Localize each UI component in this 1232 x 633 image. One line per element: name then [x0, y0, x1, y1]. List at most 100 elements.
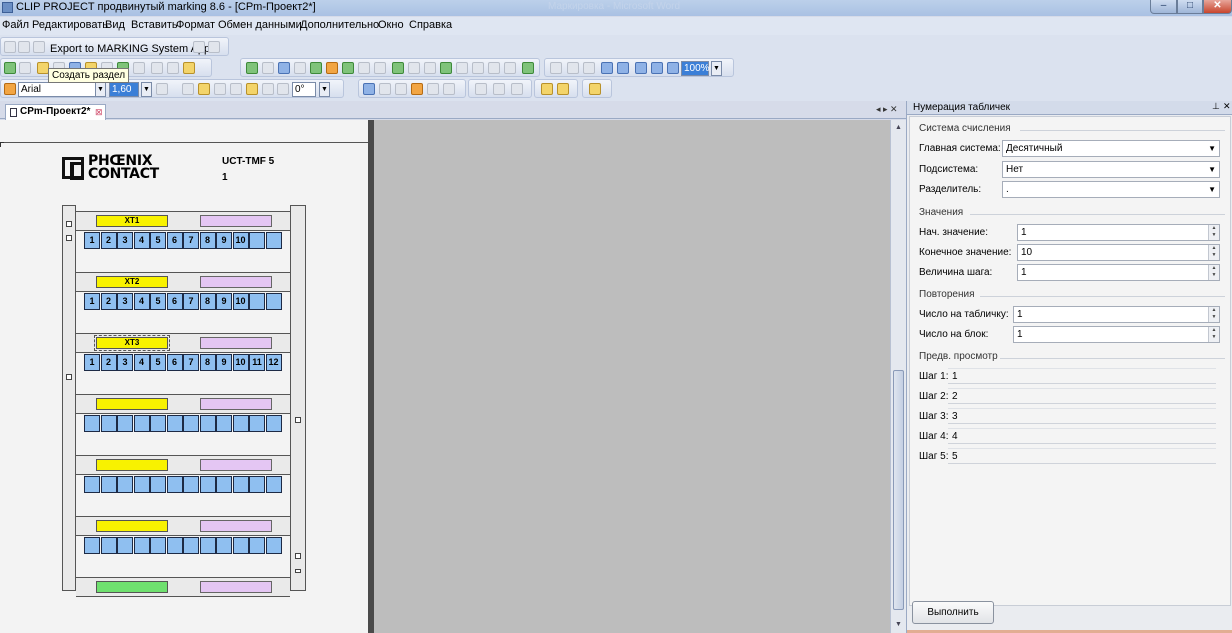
group-label[interactable]: XT2	[96, 276, 168, 288]
menu-format[interactable]: Формат	[176, 19, 215, 31]
group-secondary-label[interactable]	[200, 459, 272, 471]
zoom-combo[interactable]: 100%	[681, 61, 710, 76]
align-center-icon[interactable]	[198, 83, 210, 95]
marker-cell[interactable]: 2	[100, 293, 117, 310]
end-value-spinner[interactable]: 10 ▲ ▼	[1017, 244, 1220, 261]
marker-cell[interactable]	[133, 537, 150, 554]
zoom-out-icon[interactable]	[651, 62, 663, 74]
hash-icon[interactable]	[567, 62, 579, 74]
marker-cell[interactable]: 4	[133, 293, 150, 310]
marker-cell[interactable]: 6	[166, 354, 183, 371]
tb-icon-13[interactable]	[440, 62, 452, 74]
font-name-combo[interactable]: Arial	[18, 82, 96, 97]
tb-icon-4[interactable]	[294, 62, 306, 74]
marker-cell[interactable]: 6	[166, 232, 183, 249]
group-secondary-label[interactable]	[200, 520, 272, 532]
menu-window[interactable]: Окно	[378, 19, 404, 31]
marker-cell[interactable]	[100, 415, 117, 432]
tb-icon-16[interactable]	[488, 62, 500, 74]
marker-cell[interactable]	[166, 476, 183, 493]
start-value-spinner[interactable]: 1 ▲ ▼	[1017, 224, 1220, 241]
symbol-icon[interactable]	[395, 83, 407, 95]
menu-data-exchange[interactable]: Обмен данными	[218, 19, 302, 31]
group-label[interactable]	[96, 459, 168, 471]
marker-cell[interactable]: 5	[150, 232, 166, 249]
maximize-button[interactable]: □	[1177, 0, 1203, 14]
align-grid-icon[interactable]	[583, 62, 595, 74]
zoom-dropdown-arrow[interactable]: ▼	[711, 61, 722, 76]
group-label[interactable]: XT3	[94, 335, 170, 351]
open-project-icon[interactable]	[19, 62, 31, 74]
marker-cell[interactable]	[265, 232, 282, 249]
group-secondary-label[interactable]	[200, 215, 272, 227]
tb-icon-10[interactable]	[392, 62, 404, 74]
scroll-down-arrow[interactable]: ▼	[891, 619, 906, 631]
new-doc-icon[interactable]	[4, 41, 16, 53]
options-icon[interactable]	[557, 83, 569, 95]
marker-cell[interactable]	[133, 415, 150, 432]
group-secondary-label[interactable]	[200, 398, 272, 410]
marker-cell[interactable]	[84, 415, 100, 432]
scroll-thumb[interactable]	[893, 370, 904, 610]
marker-cell[interactable]: 12	[265, 354, 282, 371]
marker-cell[interactable]: 1	[84, 232, 100, 249]
marker-cell[interactable]	[150, 476, 166, 493]
group-secondary-label[interactable]	[200, 581, 272, 593]
marker-cell[interactable]: 7	[183, 354, 199, 371]
tb-icon-17[interactable]	[504, 62, 516, 74]
close-window-button[interactable]: ✕	[1203, 0, 1232, 14]
marker-cell[interactable]: 8	[199, 354, 216, 371]
separator-dropdown[interactable]: . ▼	[1002, 181, 1220, 198]
marker-cell[interactable]	[100, 537, 117, 554]
tb-icon-3[interactable]	[278, 62, 290, 74]
menu-extra[interactable]: Дополнительно	[300, 19, 379, 31]
zoom-fit-icon[interactable]	[667, 62, 679, 74]
marker-cell[interactable]	[117, 476, 133, 493]
marker-cell[interactable]: 10	[232, 232, 249, 249]
counter-icon[interactable]	[411, 83, 423, 95]
text-style-icon[interactable]	[363, 83, 375, 95]
tb-icon-12[interactable]	[424, 62, 436, 74]
marker-cell[interactable]	[265, 415, 282, 432]
minimize-button[interactable]: –	[1150, 0, 1177, 14]
run-button[interactable]: Выполнить	[912, 601, 994, 624]
marker-cell[interactable]: 4	[133, 354, 150, 371]
panel-close-icon[interactable]: ✕	[1223, 101, 1231, 112]
tb-icon-15[interactable]	[472, 62, 484, 74]
marker-cell[interactable]: 1	[84, 354, 100, 371]
marker-cell[interactable]: 3	[117, 354, 133, 371]
scroll-up-arrow[interactable]: ▲	[891, 122, 906, 134]
spinner-arrows[interactable]: ▲ ▼	[1208, 265, 1219, 280]
valign-top-icon[interactable]	[230, 83, 242, 95]
marker-cell[interactable]	[100, 476, 117, 493]
rotation-combo[interactable]: 0°	[292, 82, 316, 97]
barcode-icon[interactable]	[443, 83, 455, 95]
group-label[interactable]	[96, 520, 168, 532]
marker-cell[interactable]: 10	[232, 293, 249, 310]
spinner-arrows[interactable]: ▲ ▼	[1208, 307, 1219, 322]
marker-cell[interactable]	[199, 415, 216, 432]
marker-cell[interactable]: 2	[100, 354, 117, 371]
subsystem-dropdown[interactable]: Нет ▼	[1002, 161, 1220, 178]
marker-cell[interactable]	[183, 415, 199, 432]
tb-icon-2[interactable]	[262, 62, 274, 74]
tb-icon-18[interactable]	[522, 62, 534, 74]
marker-cell[interactable]	[249, 232, 265, 249]
group-label[interactable]: XT1	[96, 215, 168, 227]
export-to-marking-button[interactable]: Export to MARKING System App	[50, 43, 210, 55]
tb-icon-14[interactable]	[456, 62, 468, 74]
spinner-arrows[interactable]: ▲ ▼	[1208, 327, 1219, 342]
marker-cell[interactable]	[183, 476, 199, 493]
zoom-in-icon[interactable]	[635, 62, 647, 74]
marker-cell[interactable]: 7	[183, 232, 199, 249]
tab-close-icon[interactable]: ⊠	[95, 105, 103, 119]
marker-cell[interactable]: 5	[150, 293, 166, 310]
step-spinner[interactable]: 1 ▲ ▼	[1017, 264, 1220, 281]
app-icon[interactable]	[2, 2, 13, 13]
pin-icon[interactable]: ⊥	[1212, 101, 1220, 112]
text-format-icon[interactable]	[379, 83, 391, 95]
export-option-icon[interactable]	[193, 41, 205, 53]
align-left-icon[interactable]	[182, 83, 194, 95]
menu-edit[interactable]: Редактировать	[32, 19, 108, 31]
menu-help[interactable]: Справка	[409, 19, 452, 31]
